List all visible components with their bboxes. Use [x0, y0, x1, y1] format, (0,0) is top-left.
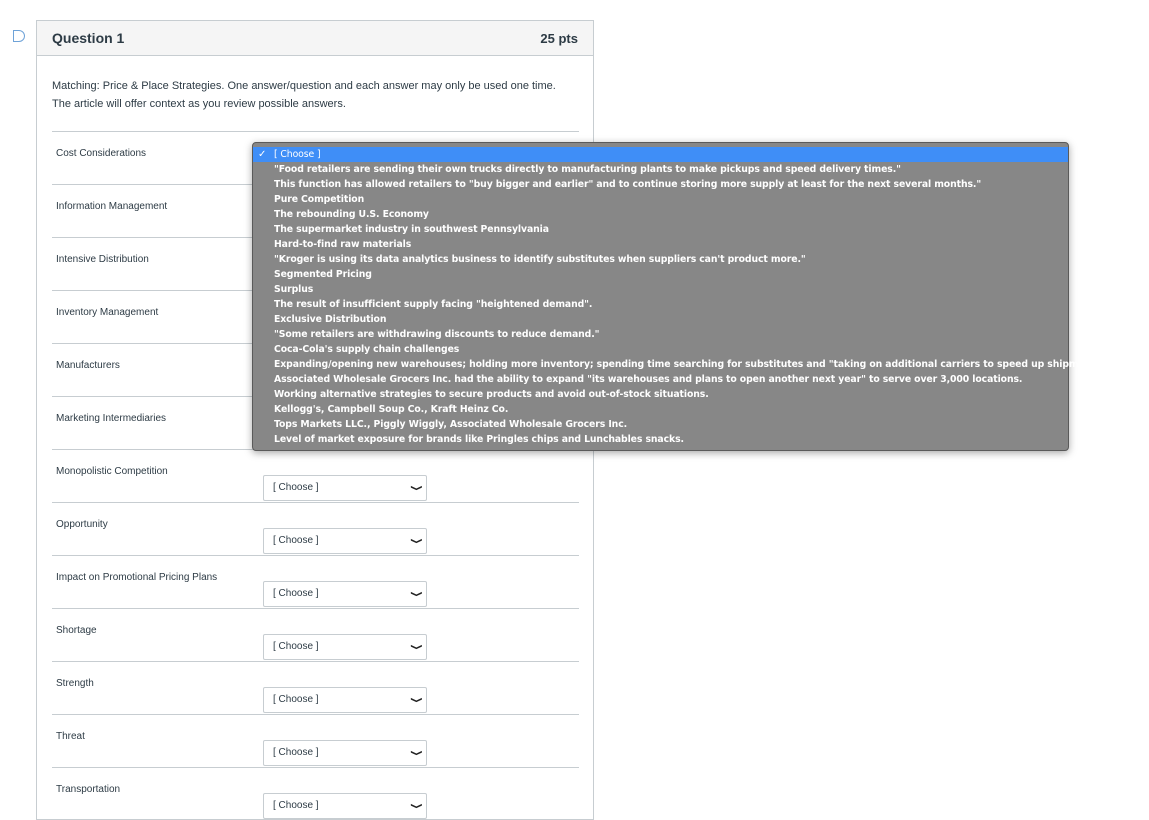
match-term: Marketing Intermediaries — [56, 413, 167, 424]
dropdown-option[interactable]: Surplus — [253, 282, 1068, 297]
match-row: Strength [ Choose ] ❯ — [52, 661, 579, 714]
flag-question-icon[interactable] — [13, 30, 25, 42]
question-text: Matching: Price & Place Strategies. One … — [52, 80, 556, 110]
chevron-down-icon: ❯ — [410, 590, 423, 598]
answer-select[interactable]: [ Choose ] ❯ — [263, 528, 427, 554]
dropdown-option[interactable]: Exclusive Distribution — [253, 312, 1068, 327]
select-value: [ Choose ] — [273, 482, 319, 493]
dropdown-option[interactable]: "Kroger is using its data analytics busi… — [253, 252, 1068, 267]
answer-select[interactable]: [ Choose ] ❯ — [263, 740, 427, 766]
dropdown-option[interactable]: Expanding/opening new warehouses; holdin… — [253, 357, 1109, 372]
dropdown-option[interactable]: Segmented Pricing — [253, 267, 1068, 282]
question-header: Question 1 25 pts — [37, 21, 593, 56]
select-value: [ Choose ] — [273, 641, 319, 652]
option-label: Exclusive Distribution — [274, 314, 387, 325]
option-label: Hard-to-find raw materials — [274, 239, 412, 250]
dropdown-option[interactable]: Hard-to-find raw materials — [253, 237, 1068, 252]
option-label: "Food retailers are sending their own tr… — [274, 164, 901, 175]
chevron-down-icon: ❯ — [410, 537, 423, 545]
dropdown-option[interactable]: "Some retailers are withdrawing discount… — [253, 327, 1068, 342]
match-row: Transportation [ Choose ] ❯ — [52, 767, 579, 820]
checkmark-icon: ✓ — [258, 149, 267, 160]
dropdown-option[interactable]: Tops Markets LLC., Piggly Wiggly, Associ… — [253, 417, 1068, 432]
option-label: Expanding/opening new warehouses; holdin… — [274, 359, 1110, 370]
option-label: Level of market exposure for brands like… — [274, 434, 684, 445]
dropdown-option[interactable]: ✓ [ Choose ] — [253, 147, 1068, 162]
select-value: [ Choose ] — [273, 535, 319, 546]
dropdown-option[interactable]: Pure Competition — [253, 192, 1068, 207]
option-label: "Kroger is using its data analytics busi… — [274, 254, 806, 265]
dropdown-option[interactable]: The rebounding U.S. Economy — [253, 207, 1068, 222]
option-label: The rebounding U.S. Economy — [274, 209, 429, 220]
select-value: [ Choose ] — [273, 694, 319, 705]
dropdown-options-list[interactable]: ✓ [ Choose ] "Food retailers are sending t… — [252, 142, 1109, 451]
match-term: Opportunity — [56, 519, 108, 530]
match-row: Threat [ Choose ] ❯ — [52, 714, 579, 767]
option-label: This function has allowed retailers to "… — [274, 179, 982, 190]
chevron-down-icon: ❯ — [410, 749, 423, 757]
option-label: Coca-Cola's supply chain challenges — [274, 344, 460, 355]
match-row: Monopolistic Competition [ Choose ] ❯ — [52, 449, 579, 502]
question-title: Question 1 — [52, 30, 125, 46]
dropdown-option[interactable]: Working alternative strategies to secure… — [253, 387, 1068, 402]
match-term: Transportation — [56, 784, 121, 795]
match-term: Information Management — [56, 201, 168, 212]
option-label: Pure Competition — [274, 194, 365, 205]
match-row: Opportunity [ Choose ] ❯ — [52, 502, 579, 555]
match-term: Monopolistic Competition — [56, 466, 168, 477]
chevron-down-icon: ❯ — [410, 484, 423, 492]
select-value: [ Choose ] — [273, 800, 319, 811]
option-label: Kellogg's, Campbell Soup Co., Kraft Hein… — [274, 404, 509, 415]
option-label: The supermarket industry in southwest Pe… — [274, 224, 549, 235]
match-term: Threat — [56, 731, 85, 742]
match-term: Cost Considerations — [56, 148, 147, 159]
chevron-down-icon: ❯ — [410, 696, 423, 704]
chevron-down-icon: ❯ — [410, 643, 423, 651]
match-term: Manufacturers — [56, 360, 120, 371]
dropdown-option[interactable]: Associated Wholesale Grocers Inc. had th… — [253, 372, 1068, 387]
option-label: [ Choose ] — [274, 149, 321, 160]
dropdown-option[interactable]: Level of market exposure for brands like… — [253, 432, 1068, 447]
dropdown-option[interactable]: "Food retailers are sending their own tr… — [253, 162, 1068, 177]
option-label: Working alternative strategies to secure… — [274, 389, 709, 400]
option-label: Surplus — [274, 284, 314, 295]
answer-select[interactable]: [ Choose ] ❯ — [263, 793, 427, 819]
dropdown-option[interactable]: The supermarket industry in southwest Pe… — [253, 222, 1068, 237]
match-row: Shortage [ Choose ] ❯ — [52, 608, 579, 661]
option-label: Associated Wholesale Grocers Inc. had th… — [274, 374, 1023, 385]
option-label: The result of insufficient supply facing… — [274, 299, 593, 310]
match-term: Inventory Management — [56, 307, 159, 318]
select-value: [ Choose ] — [273, 747, 319, 758]
option-label: Segmented Pricing — [274, 269, 372, 280]
dropdown-option[interactable]: The result of insufficient supply facing… — [253, 297, 1068, 312]
dropdown-option[interactable]: Coca-Cola's supply chain challenges — [253, 342, 1068, 357]
dropdown-option[interactable]: This function has allowed retailers to "… — [253, 177, 1068, 192]
match-row: Impact on Promotional Pricing Plans [ Ch… — [52, 555, 579, 608]
answer-select[interactable]: [ Choose ] ❯ — [263, 475, 427, 501]
answer-select[interactable]: [ Choose ] ❯ — [263, 687, 427, 713]
match-term: Impact on Promotional Pricing Plans — [56, 572, 218, 583]
answer-select[interactable]: [ Choose ] ❯ — [263, 581, 427, 607]
option-label: "Some retailers are withdrawing discount… — [274, 329, 600, 340]
option-label: Tops Markets LLC., Piggly Wiggly, Associ… — [274, 419, 628, 430]
chevron-down-icon: ❯ — [410, 802, 423, 810]
question-points: 25 pts — [540, 30, 578, 46]
match-term: Intensive Distribution — [56, 254, 149, 265]
dropdown-option[interactable]: Kellogg's, Campbell Soup Co., Kraft Hein… — [253, 402, 1068, 417]
match-term: Shortage — [56, 625, 97, 636]
answer-select[interactable]: [ Choose ] ❯ — [263, 634, 427, 660]
match-term: Strength — [56, 678, 94, 689]
select-value: [ Choose ] — [273, 588, 319, 599]
